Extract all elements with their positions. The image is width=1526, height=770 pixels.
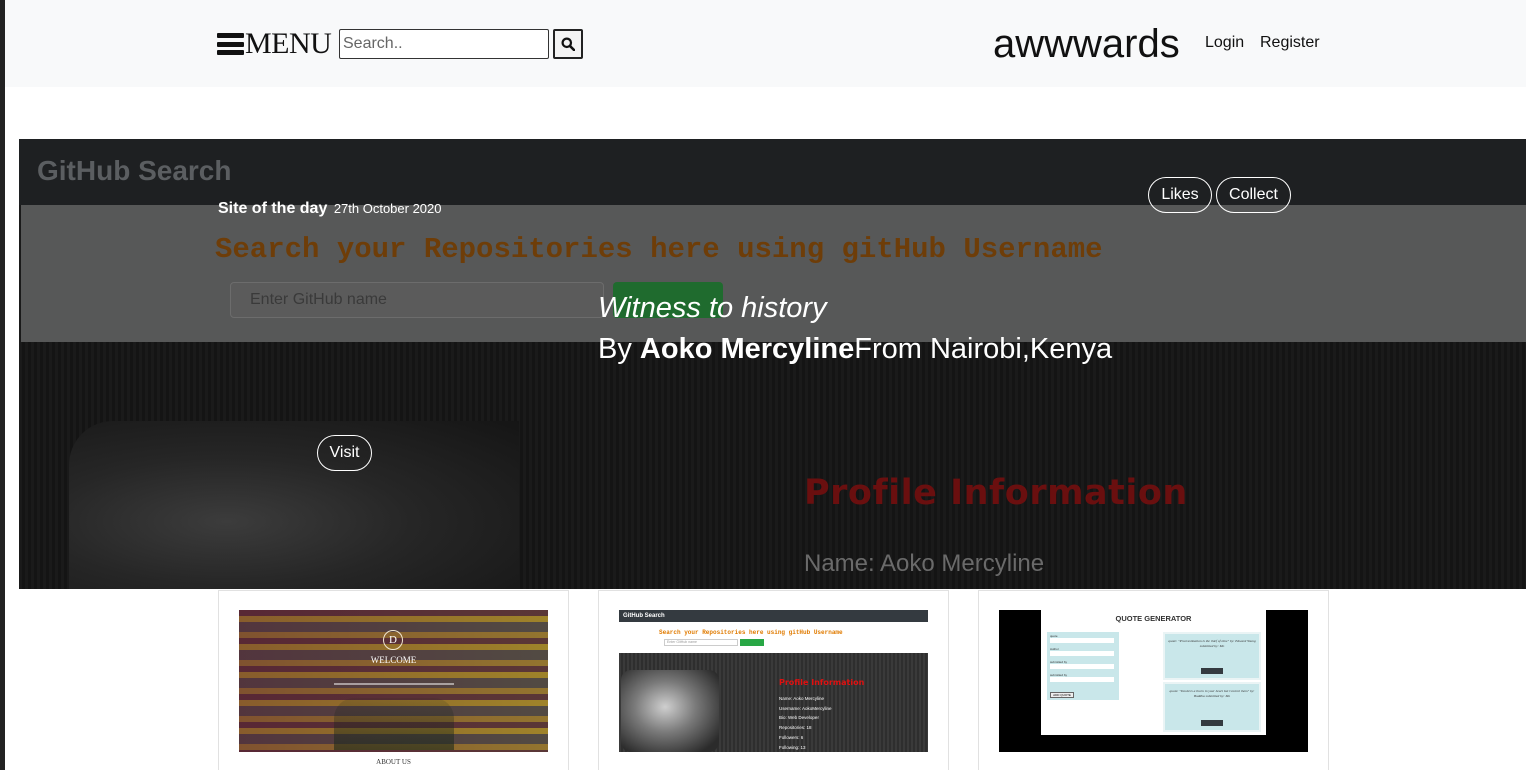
hamburger-icon	[217, 33, 244, 55]
quote-text: quote: "Procrastination is the thief of …	[1168, 639, 1256, 648]
form-field	[1050, 664, 1114, 669]
visit-button[interactable]: Visit	[317, 435, 372, 471]
thumbnail-quote-card: quote: "Procrastination is the thief of …	[1163, 632, 1261, 680]
site-title: Witness to history	[598, 292, 827, 324]
site-thumbnail: D WELCOME	[239, 610, 548, 752]
info-line: Following: 13	[779, 744, 806, 750]
top-navbar: MENU awwwards Login Register	[5, 0, 1526, 87]
thumbnail-figure	[334, 698, 454, 750]
login-link[interactable]: Login	[1205, 33, 1244, 53]
site-byline: By Aoko MercylineFrom Nairobi,Kenya	[598, 332, 1112, 366]
thumbnail-welcome: WELCOME	[370, 655, 417, 665]
info-line: Username: AokoMercyline	[779, 705, 832, 711]
form-field	[1050, 677, 1114, 682]
page-left-border	[0, 0, 5, 770]
thumbnail-button	[740, 639, 764, 646]
screenshot-input: Enter GitHub name	[230, 282, 604, 318]
info-line: Repositories: 18	[779, 725, 812, 731]
thumbnail-heading: Search your Repositories here using gitH…	[659, 629, 843, 636]
screenshot-profile-title: Profile Information	[804, 473, 1188, 513]
thumbnail-quote-card: quote: "Doubt is a thorn in your heart b…	[1163, 682, 1261, 732]
thumbnail-divider	[334, 683, 454, 685]
search-button[interactable]	[553, 29, 583, 59]
author-location: From Nairobi,Kenya	[854, 333, 1113, 365]
author-name[interactable]: Aoko Mercyline	[640, 333, 854, 365]
thumbnail-profile-info: Name: Aoko Mercyline Username: AokoMercy…	[779, 694, 832, 752]
site-card[interactable]: QUOTE GENERATOR quote Author submitted b…	[978, 590, 1329, 770]
screenshot-profile-photo	[69, 421, 519, 589]
site-card[interactable]: D WELCOME ABOUT US	[218, 590, 569, 770]
search-input[interactable]	[339, 29, 549, 59]
form-field	[1050, 638, 1114, 643]
thumbnail-title: QUOTE GENERATOR	[1115, 614, 1192, 623]
site-of-the-day-label: Site of the day	[218, 200, 328, 217]
site-of-the-day-hero: GitHub Search Search your Repositories h…	[19, 139, 1526, 589]
thumbnail-app-title: GitHub Search	[619, 610, 928, 622]
quote-button	[1201, 720, 1223, 726]
register-link[interactable]: Register	[1260, 33, 1320, 53]
quote-button	[1201, 668, 1223, 674]
screenshot-app-title: GitHub Search	[37, 155, 232, 186]
thumbnail-quote-form: quote Author submitted by submitted by A…	[1047, 632, 1119, 700]
site-of-the-day: Site of the day 27th October 2020	[218, 199, 442, 219]
thumbnail-input: Enter GitHub name	[664, 639, 738, 646]
quote-text: quote: "Doubt is a thorn in your heart b…	[1169, 689, 1255, 698]
thumbnail-add-button: ADD QUOTE	[1050, 692, 1074, 698]
menu-button[interactable]: MENU	[217, 27, 332, 61]
form-field	[1050, 651, 1114, 656]
collect-button[interactable]: Collect	[1216, 177, 1291, 213]
info-line: Followers: 6	[779, 734, 804, 740]
brand-logo[interactable]: awwwards	[993, 20, 1180, 68]
thumbnail-profile-title: Profile Information	[779, 678, 865, 687]
screenshot-heading: Search your Repositories here using gitH…	[215, 233, 1103, 266]
search-icon	[561, 37, 575, 51]
screenshot-header: GitHub Search	[19, 139, 1526, 205]
screenshot-name-line: Name: Aoko Mercyline	[804, 550, 1045, 577]
site-card[interactable]: GitHub Search Search your Repositories h…	[598, 590, 949, 770]
likes-button[interactable]: Likes	[1148, 177, 1212, 213]
thumbnail-logo: D	[383, 630, 403, 650]
site-thumbnail: GitHub Search Search your Repositories h…	[619, 610, 928, 752]
thumbnail-profile-photo	[621, 670, 719, 752]
site-thumbnail: QUOTE GENERATOR quote Author submitted b…	[999, 610, 1308, 752]
info-line: Bio: Web Developer	[779, 715, 819, 721]
card-caption: ABOUT US	[376, 758, 411, 766]
byline-prefix: By	[598, 333, 640, 365]
menu-label: MENU	[245, 27, 332, 60]
info-line: Name: Aoko Mercyline	[779, 696, 825, 701]
thumbnail-page: QUOTE GENERATOR quote Author submitted b…	[1041, 610, 1266, 735]
site-of-the-day-date: 27th October 2020	[333, 201, 442, 216]
